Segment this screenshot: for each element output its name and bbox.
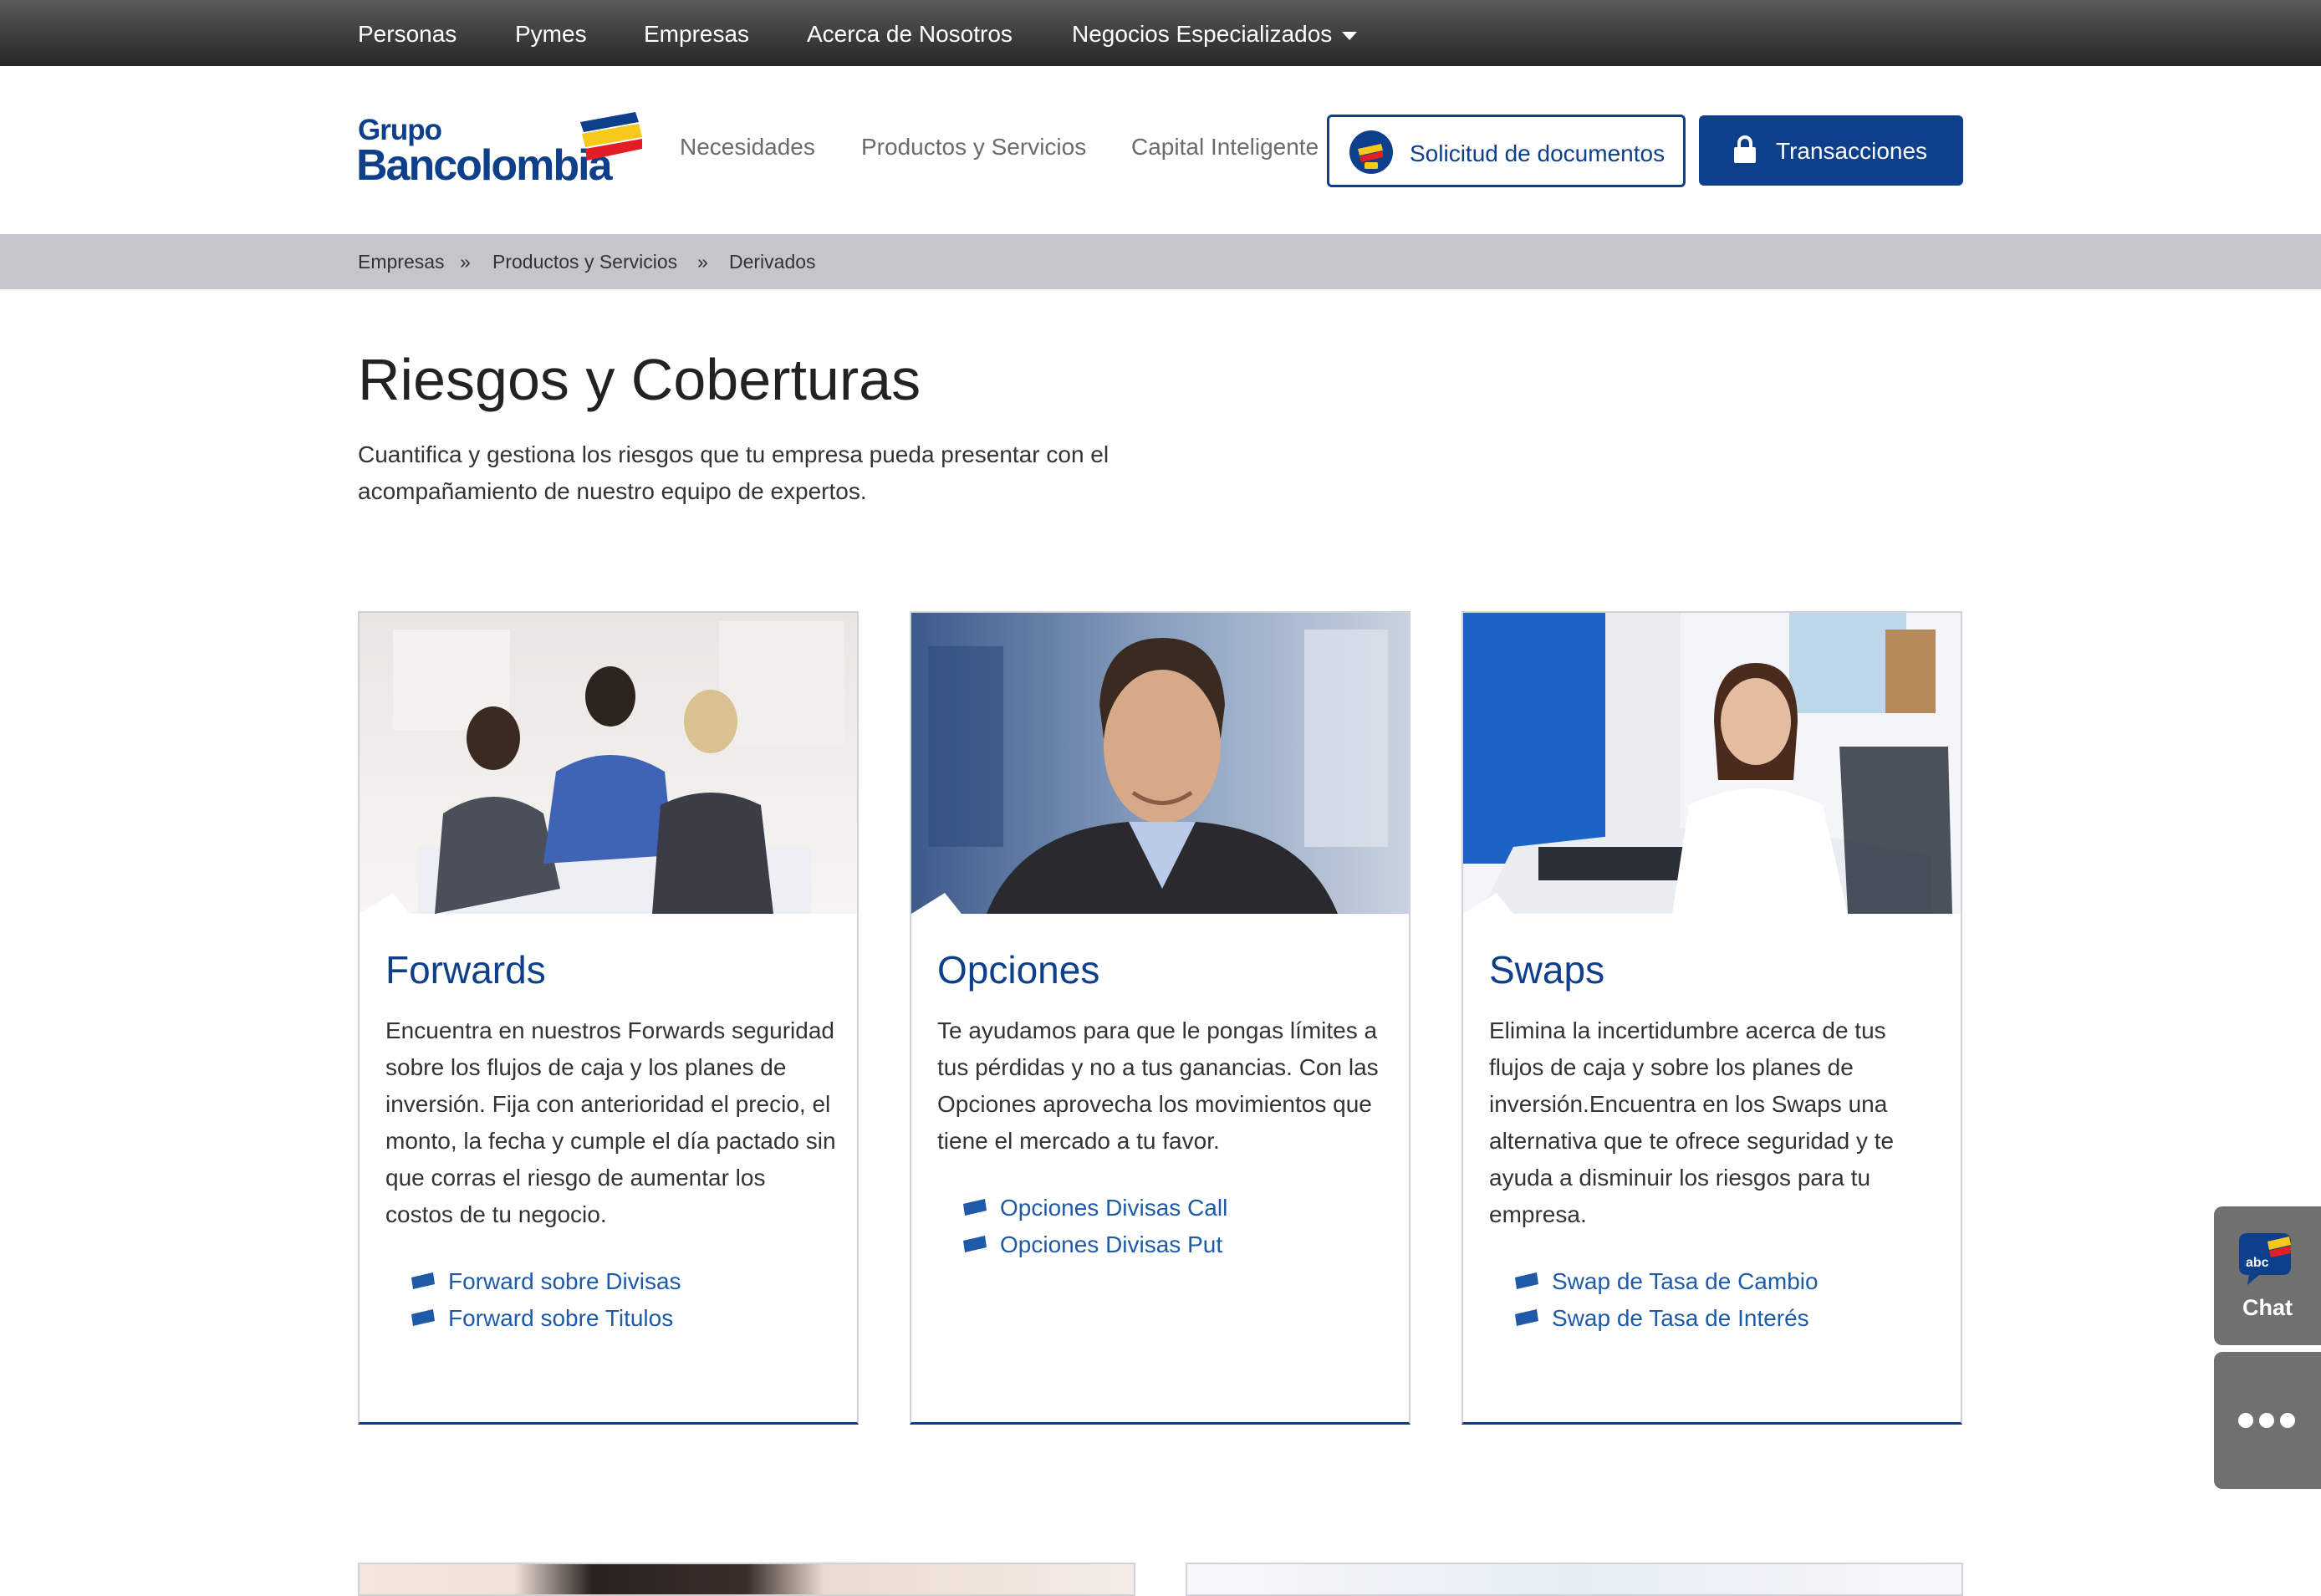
link-swap-tasa-interes[interactable]: Swap de Tasa de Interés (1513, 1300, 1819, 1337)
card-swaps: Swaps Elimina la incertidumbre acerca de… (1461, 611, 1962, 1425)
link-label: Swap de Tasa de Cambio (1552, 1268, 1819, 1294)
page-subtitle: Cuantifica y gestiona los riesgos que tu… (358, 441, 1109, 504)
breadcrumb-derivados: Derivados (729, 251, 816, 273)
mainnav-productos-servicios[interactable]: Productos y Servicios (861, 134, 1086, 161)
card-description: Elimina la incertidumbre acerca de tus f… (1489, 1017, 1895, 1227)
card-description: Te ayudamos para que le pongas límites a… (937, 1017, 1379, 1154)
breadcrumb (0, 234, 2321, 289)
card-next-right (1186, 1563, 1963, 1596)
bancolombia-logo[interactable]: Grupo Bancolombia (356, 112, 642, 190)
bullet-flag-icon (1515, 1272, 1538, 1289)
topnav-personas[interactable]: Personas (358, 0, 457, 66)
caret-down-icon (1342, 31, 1358, 40)
card-forwards: Forwards Encuentra en nuestros Forwards … (358, 611, 859, 1425)
link-label: Opciones Divisas Call (1000, 1195, 1228, 1221)
link-opciones-divisas-put[interactable]: Opciones Divisas Put (962, 1226, 1227, 1263)
link-forward-divisas[interactable]: Forward sobre Divisas (410, 1263, 681, 1300)
bullet-flag-icon (411, 1272, 435, 1289)
link-opciones-divisas-call[interactable]: Opciones Divisas Call (962, 1190, 1227, 1226)
more-options-button[interactable] (2214, 1352, 2321, 1489)
link-label: Swap de Tasa de Interés (1552, 1305, 1809, 1331)
chat-button[interactable]: abc Chat (2214, 1206, 2321, 1345)
chat-label: Chat (2242, 1295, 2293, 1320)
breadcrumb-separator: » (697, 251, 708, 273)
bullet-flag-icon (963, 1199, 987, 1216)
team-meeting-photo (360, 613, 857, 914)
chat-badge-text: abc (2246, 1256, 2269, 1270)
office-woman-phone-photo (1463, 613, 1961, 914)
card-title: Forwards (385, 948, 546, 992)
link-forward-titulos[interactable]: Forward sobre Titulos (410, 1300, 681, 1337)
logo-flag-icon (580, 112, 642, 161)
topnav-acerca[interactable]: Acerca de Nosotros (807, 0, 1013, 66)
breadcrumb-productos-servicios[interactable]: Productos y Servicios (492, 251, 677, 273)
link-label: Opciones Divisas Put (1000, 1231, 1223, 1257)
document-request-button[interactable]: Solicitud de documentos (1327, 115, 1686, 187)
transactions-button[interactable]: Transacciones (1699, 115, 1963, 186)
link-swap-tasa-cambio[interactable]: Swap de Tasa de Cambio (1513, 1263, 1819, 1300)
bullet-flag-icon (963, 1236, 987, 1252)
lock-icon (1734, 135, 1756, 163)
card-title: Swaps (1489, 948, 1605, 992)
card-link-list: Forward sobre Divisas Forward sobre Titu… (410, 1263, 681, 1337)
topnav-negocios-especializados[interactable]: Negocios Especializados (1072, 0, 1358, 66)
bullet-flag-icon (411, 1309, 435, 1326)
businessman-photo (911, 613, 1409, 914)
chat-bubble-icon: abc (2239, 1233, 2291, 1285)
card-next-left (358, 1563, 1135, 1596)
link-label: Forward sobre Divisas (448, 1268, 681, 1294)
card-opciones: Opciones Te ayudamos para que le pongas … (910, 611, 1410, 1425)
bullet-flag-icon (1515, 1309, 1538, 1326)
topnav-empresas[interactable]: Empresas (644, 0, 749, 66)
more-dots-icon (2238, 1413, 2295, 1428)
topnav-negocios-label: Negocios Especializados (1072, 21, 1333, 47)
mainnav-capital-inteligente[interactable]: Capital Inteligente (1131, 134, 1319, 161)
logo-line2: Bancolombia (356, 141, 612, 190)
page-title: Riesgos y Coberturas (358, 347, 921, 412)
card-link-list: Swap de Tasa de Cambio Swap de Tasa de I… (1513, 1263, 1819, 1337)
transactions-label: Transacciones (1776, 138, 1928, 164)
document-request-label: Solicitud de documentos (1410, 140, 1666, 166)
mainnav-necesidades[interactable]: Necesidades (680, 134, 815, 161)
topnav-pymes[interactable]: Pymes (515, 0, 587, 66)
document-request-icon (1349, 130, 1393, 174)
breadcrumb-empresas[interactable]: Empresas (358, 251, 445, 273)
card-description: Encuentra en nuestros Forwards seguridad… (385, 1017, 836, 1227)
card-title: Opciones (937, 948, 1100, 992)
card-link-list: Opciones Divisas Call Opciones Divisas P… (962, 1190, 1227, 1263)
breadcrumb-separator: » (460, 251, 471, 273)
link-label: Forward sobre Titulos (448, 1305, 674, 1331)
